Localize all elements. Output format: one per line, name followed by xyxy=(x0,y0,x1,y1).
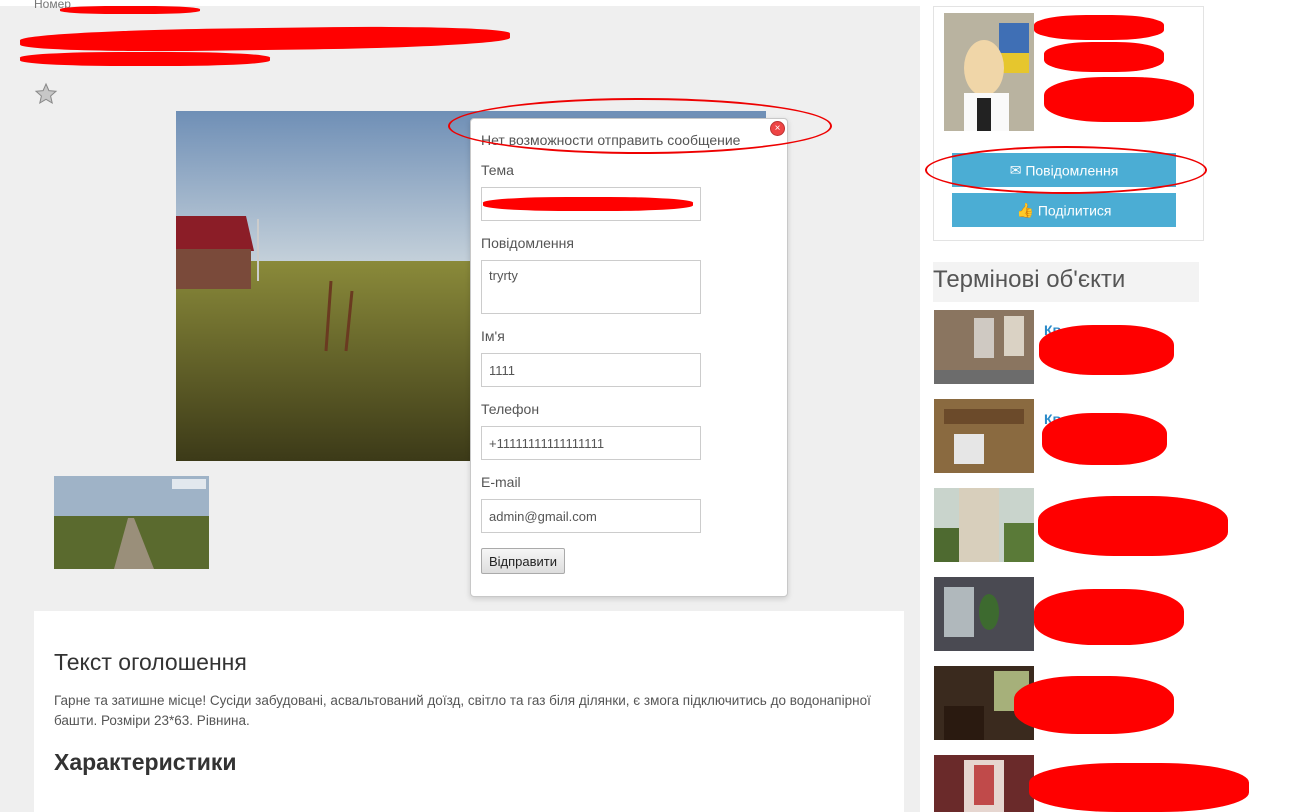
thumbs-up-icon: 👍 xyxy=(1016,201,1034,218)
annotation-ellipse-message-button xyxy=(925,146,1207,194)
redacted-object-info xyxy=(1014,676,1174,734)
urgent-object-photo[interactable] xyxy=(934,399,1034,473)
redacted-object-info xyxy=(1039,325,1174,375)
urgent-object-item[interactable] xyxy=(934,577,1204,651)
photo-thumbnail[interactable] xyxy=(54,476,209,569)
redacted-object-info xyxy=(1038,496,1228,556)
urgent-object-item[interactable] xyxy=(934,666,1204,740)
message-label: Повідомлення xyxy=(481,235,574,251)
urgent-objects-header: Термінові об'єкти xyxy=(933,262,1199,302)
name-label: Ім'я xyxy=(481,328,505,344)
message-modal: Нет возможности отправить сообщение × Те… xyxy=(470,118,788,597)
redacted-page-title-underline xyxy=(20,52,270,66)
description-panel: Текст оголошення Гарне та затишне місце!… xyxy=(34,611,904,812)
redacted-object-info xyxy=(1034,589,1184,645)
redacted-seller-contacts xyxy=(1044,77,1194,122)
characteristics-title: Характеристики xyxy=(54,749,237,775)
urgent-object-item[interactable]: Кв xyxy=(934,310,1204,384)
urgent-object-photo[interactable] xyxy=(934,755,1034,812)
urgent-object-photo[interactable] xyxy=(934,488,1034,562)
send-button[interactable]: Відправити xyxy=(481,548,566,574)
urgent-object-item[interactable] xyxy=(934,755,1249,812)
urgent-object-item[interactable]: Кв xyxy=(934,399,1204,473)
description-title: Текст оголошення xyxy=(54,649,247,675)
redacted-seller-info xyxy=(1044,42,1164,72)
message-textarea[interactable]: tryrty xyxy=(481,260,701,314)
share-button[interactable]: 👍 Поділитися xyxy=(952,193,1176,227)
phone-input[interactable] xyxy=(481,426,701,460)
redacted-object-info xyxy=(1042,413,1167,465)
redacted-breadcrumb xyxy=(60,6,200,14)
urgent-object-photo[interactable] xyxy=(934,310,1034,384)
urgent-object-item[interactable] xyxy=(934,488,1228,562)
name-input[interactable] xyxy=(481,353,701,387)
phone-label: Телефон xyxy=(481,401,540,417)
favorite-star-icon[interactable] xyxy=(34,82,58,106)
share-button-label: Поділитися xyxy=(1037,202,1112,219)
description-text: Гарне та затишне місце! Сусіди забудован… xyxy=(54,693,871,728)
subject-label: Тема xyxy=(481,162,514,178)
annotation-ellipse-modal-header xyxy=(448,98,832,154)
seller-card: ✉ Повідомлення 👍 Поділитися xyxy=(933,6,1204,241)
urgent-object-photo[interactable] xyxy=(934,577,1034,651)
email-input[interactable] xyxy=(481,499,701,533)
email-label: E-mail xyxy=(481,474,521,490)
redacted-seller-name xyxy=(1034,15,1164,40)
urgent-objects-title: Термінові об'єкти xyxy=(933,266,1126,293)
redacted-object-info xyxy=(1029,763,1249,812)
avatar[interactable] xyxy=(944,13,1034,131)
redacted-subject-value xyxy=(483,197,693,211)
